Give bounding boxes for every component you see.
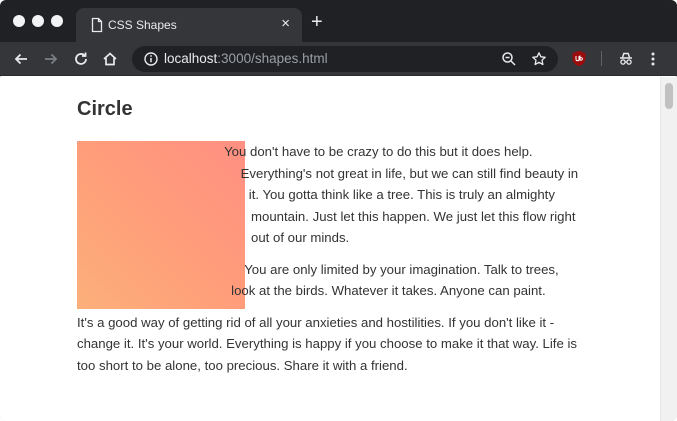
tab-strip: CSS Shapes × + bbox=[0, 0, 677, 42]
forward-arrow-icon[interactable] bbox=[42, 50, 60, 68]
reload-icon[interactable] bbox=[72, 50, 90, 68]
back-arrow-icon[interactable] bbox=[12, 50, 30, 68]
close-window-button[interactable] bbox=[13, 15, 25, 27]
address-bar[interactable]: localhost:3000/shapes.html bbox=[132, 46, 558, 72]
toolbar-divider bbox=[601, 51, 602, 66]
paragraph-3: It's a good way of getting rid of all yo… bbox=[77, 314, 577, 373]
info-icon[interactable] bbox=[144, 52, 158, 66]
tab-close-icon[interactable]: × bbox=[281, 16, 290, 32]
scrollbar-thumb[interactable] bbox=[665, 83, 673, 109]
vertical-scrollbar[interactable] bbox=[660, 77, 677, 421]
minimize-window-button[interactable] bbox=[32, 15, 44, 27]
menu-kebab-icon[interactable] bbox=[644, 50, 662, 68]
maximize-window-button[interactable] bbox=[51, 15, 63, 27]
bookmark-star-icon[interactable] bbox=[531, 51, 547, 67]
url-path: :3000/shapes.html bbox=[217, 51, 328, 66]
article: Circle You don't have to be crazy to do … bbox=[77, 97, 583, 386]
page-title: Circle bbox=[77, 98, 133, 120]
incognito-icon[interactable] bbox=[617, 50, 635, 68]
home-icon[interactable] bbox=[101, 50, 119, 68]
url-host: localhost bbox=[164, 51, 218, 66]
url-text[interactable]: localhost:3000/shapes.html bbox=[164, 51, 328, 67]
circle-shape-float bbox=[77, 141, 245, 309]
page-icon bbox=[91, 17, 103, 33]
ublock-origin-extension-icon[interactable] bbox=[571, 50, 587, 67]
tab-title: CSS Shapes bbox=[108, 18, 177, 32]
zoom-icon[interactable] bbox=[501, 51, 517, 67]
tab-css-shapes[interactable]: CSS Shapes × bbox=[76, 8, 302, 42]
browser-window: CSS Shapes × + localhost:3000/shapes.htm… bbox=[0, 0, 677, 421]
new-tab-button[interactable]: + bbox=[311, 12, 323, 32]
page-content: Circle You don't have to be crazy to do … bbox=[0, 77, 660, 421]
